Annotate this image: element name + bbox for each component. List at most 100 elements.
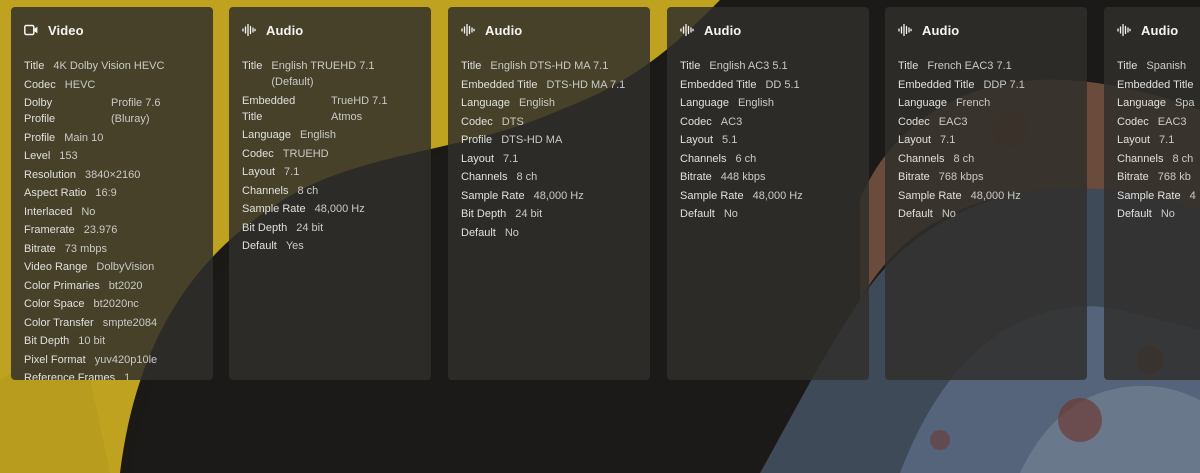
property-label: Aspect Ratio bbox=[24, 187, 87, 199]
stream-card-title: Audio bbox=[704, 22, 742, 38]
property-value: 24 bit bbox=[515, 208, 543, 220]
property-row: Language English bbox=[680, 95, 869, 111]
stream-properties: Title 4K Dolby Vision HEVC Codec HEVC Dolby … bbox=[24, 58, 213, 380]
property-label: Level bbox=[24, 150, 51, 162]
property-label: Channels bbox=[242, 184, 289, 197]
property-label: Codec bbox=[24, 78, 56, 91]
property-value: 73 mbps bbox=[64, 242, 107, 255]
property-row: Bit Depth 10 bit bbox=[24, 333, 213, 349]
property-value: smpte2084 bbox=[102, 316, 158, 329]
audio-waveform-icon bbox=[680, 23, 694, 37]
property-value: bt2020nc bbox=[93, 298, 139, 310]
property-row: Codec EAC3 bbox=[898, 114, 1087, 130]
property-value: English AC3 5.1 bbox=[709, 60, 788, 72]
property-value: 3840×2160 bbox=[84, 168, 141, 181]
property-row: Sample Rate 48,000 Hz bbox=[898, 188, 1087, 204]
property-row: Embedded Title DD 5.1 bbox=[680, 77, 869, 93]
property-value: French bbox=[955, 97, 991, 109]
property-value: DD 5.1 bbox=[765, 78, 800, 91]
property-label: Title bbox=[24, 60, 45, 72]
stream-card-header[interactable]: Audio bbox=[680, 22, 869, 38]
stream-properties: Title English AC3 5.1 Embedded Title DD 5.1… bbox=[680, 58, 869, 222]
property-label: Language bbox=[461, 97, 510, 109]
property-label: Profile bbox=[24, 131, 56, 144]
property-row: Profile DTS-HD MA bbox=[461, 132, 650, 148]
property-row: Framerate 23.976 bbox=[24, 222, 213, 238]
audio-waveform-icon bbox=[898, 23, 912, 37]
property-label: Default bbox=[898, 208, 933, 220]
property-label: Codec bbox=[898, 115, 930, 128]
property-label: Language bbox=[242, 129, 291, 141]
property-value: HEVC bbox=[64, 78, 96, 91]
property-row: Layout 7.1 bbox=[898, 132, 1087, 148]
property-label: Color Transfer bbox=[24, 316, 94, 329]
property-value: 10 bit bbox=[78, 335, 106, 347]
property-value: 8 ch bbox=[953, 152, 975, 165]
property-row: Default No bbox=[461, 225, 650, 241]
property-row: Channels 6 ch bbox=[680, 151, 869, 167]
property-label: Bit Depth bbox=[461, 208, 507, 220]
property-row: Embedded Title DTS-HD MA 7.1 bbox=[461, 77, 650, 93]
stream-card-title: Audio bbox=[485, 22, 523, 38]
property-row: Bitrate 448 kbps bbox=[680, 169, 869, 185]
property-value: Yes bbox=[285, 240, 304, 252]
property-label: Title bbox=[242, 60, 263, 72]
property-label: Language bbox=[1117, 97, 1166, 109]
property-label: Channels bbox=[680, 152, 727, 165]
stream-card-audio-1: Audio Title English TRUEHD 7.1 (Default) Em… bbox=[229, 7, 431, 380]
property-row: Codec TRUEHD bbox=[242, 146, 431, 162]
property-value: 1 bbox=[124, 372, 131, 380]
property-label: Layout bbox=[1117, 134, 1151, 146]
property-row: Color Transfer smpte2084 bbox=[24, 315, 213, 331]
property-label: Default bbox=[680, 208, 715, 220]
property-label: Title bbox=[898, 60, 919, 72]
property-row: Layout 7.1 bbox=[461, 151, 650, 167]
property-row: Pixel Format yuv420p10le bbox=[24, 352, 213, 368]
property-label: Channels bbox=[461, 171, 508, 183]
property-label: Dolby Profile bbox=[24, 97, 56, 125]
property-label: Framerate bbox=[24, 224, 75, 236]
property-label: Channels bbox=[1117, 152, 1164, 165]
property-value: 7.1 bbox=[940, 134, 956, 146]
property-row: Embedded Title DDP 7.1 bbox=[898, 77, 1087, 93]
audio-waveform-icon bbox=[1117, 23, 1131, 37]
property-row: Layout 7.1 bbox=[242, 164, 431, 180]
property-value: No bbox=[723, 208, 738, 220]
property-value: DTS bbox=[501, 115, 524, 128]
property-value: 7.1 bbox=[284, 166, 300, 178]
stream-card-audio-5: Audio Title Spanish Embedded Title Language S… bbox=[1104, 7, 1200, 380]
property-value: English bbox=[299, 129, 337, 141]
stream-card-title: Audio bbox=[266, 22, 304, 38]
property-row: Title French EAC3 7.1 bbox=[898, 58, 1087, 74]
property-label: Embedded Title bbox=[898, 78, 975, 91]
property-row: Channels 8 ch bbox=[242, 183, 431, 199]
property-value: 48,000 Hz bbox=[314, 203, 365, 215]
property-value: yuv420p10le bbox=[94, 353, 158, 366]
property-value: English TRUEHD 7.1 (Default) bbox=[271, 60, 375, 88]
property-value: Profile 7.6 (Bluray) bbox=[111, 97, 161, 125]
property-value: DolbyVision bbox=[96, 261, 155, 273]
property-value: 153 bbox=[59, 150, 78, 162]
property-row: Channels 8 ch bbox=[461, 169, 650, 185]
property-value: 8 ch bbox=[297, 184, 319, 197]
stream-card-header[interactable]: Audio bbox=[461, 22, 650, 38]
property-row: Interlaced No bbox=[24, 204, 213, 220]
property-value: 768 kbps bbox=[938, 171, 984, 183]
property-row: Aspect Ratio 16:9 bbox=[24, 185, 213, 201]
stream-card-header[interactable]: Audio bbox=[1117, 22, 1200, 38]
property-value: English DTS-HD MA 7.1 bbox=[490, 60, 609, 72]
property-value: 4K Dolby Vision HEVC bbox=[53, 60, 165, 72]
property-row: Dolby Profile Profile 7.6 (Bluray) bbox=[24, 95, 213, 127]
property-label: Title bbox=[461, 60, 482, 72]
stream-card-header[interactable]: Audio bbox=[898, 22, 1087, 38]
stream-properties: Title English TRUEHD 7.1 (Default) Embedde… bbox=[242, 58, 431, 254]
property-row: Bit Depth 24 bit bbox=[242, 220, 431, 236]
property-value: TRUEHD bbox=[282, 147, 329, 160]
audio-waveform-icon bbox=[242, 23, 256, 37]
stream-card-header[interactable]: Video bbox=[24, 22, 213, 38]
property-label: Sample Rate bbox=[680, 189, 744, 202]
property-label: Title bbox=[1117, 60, 1138, 72]
property-label: Color Space bbox=[24, 298, 85, 310]
stream-card-header[interactable]: Audio bbox=[242, 22, 431, 38]
stream-card-video: Video Title 4K Dolby Vision HEVC Codec HEVC D… bbox=[11, 7, 213, 380]
